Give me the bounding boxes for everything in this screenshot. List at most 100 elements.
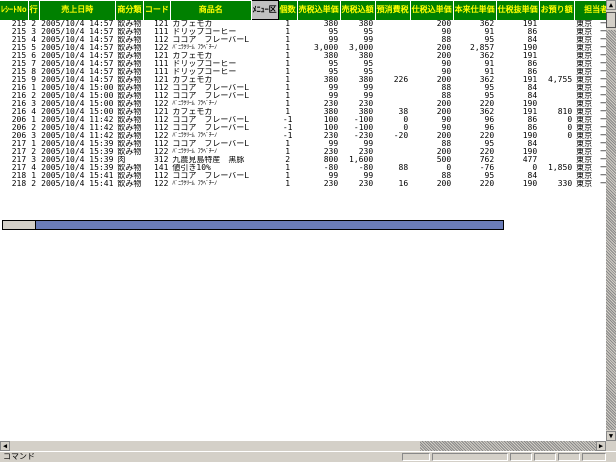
table-cell[interactable]: カフェモカ	[170, 20, 251, 29]
table-cell[interactable]	[539, 44, 574, 52]
table-cell[interactable]: 216	[0, 84, 28, 92]
table-cell[interactable]: 112	[143, 124, 170, 132]
table-cell[interactable]: 1	[28, 116, 39, 124]
table-cell[interactable]: 216	[0, 100, 28, 108]
table-cell[interactable]	[251, 124, 278, 132]
table-cell[interactable]: 0	[410, 164, 453, 172]
table-cell[interactable]: 飲み物	[115, 148, 143, 156]
table-cell[interactable]: 0	[496, 164, 539, 172]
table-cell[interactable]: 飲み物	[115, 68, 143, 76]
column-header-11[interactable]: 仕税込単価	[410, 0, 454, 20]
table-cell[interactable]: 330	[539, 180, 574, 188]
table-cell[interactable]: 飲み物	[115, 132, 143, 140]
table-cell[interactable]: ココア フレーバーL	[170, 124, 251, 132]
table-cell[interactable]: 2005/10/4 15:39	[39, 156, 115, 164]
table-cell[interactable]: 1	[278, 36, 297, 44]
table-cell[interactable]: 206	[0, 116, 28, 124]
table-cell[interactable]: 200	[410, 20, 453, 29]
column-header-0[interactable]: ﾚｼｰﾄNo	[0, 0, 29, 20]
column-header-5[interactable]: 商品名	[170, 0, 252, 20]
table-cell[interactable]	[251, 116, 278, 124]
table-row[interactable]: 218 2 2005/10/4 15:41 飲み物 122 ﾊﾞﾆﾗｸﾘｰﾑ ﾌﾗﾍﾟﾁｰ…	[0, 180, 616, 188]
table-cell[interactable]: 95	[453, 84, 496, 92]
table-cell[interactable]: 91	[453, 68, 496, 76]
table-cell[interactable]: 100	[297, 124, 340, 132]
vertical-scroll-thumb[interactable]	[606, 12, 616, 28]
table-cell[interactable]: 218	[0, 180, 28, 188]
table-row[interactable]: 215 7 2005/10/4 14:57 飲み物 111 ドリップコーヒー 1 95 95 90…	[0, 60, 616, 68]
table-cell[interactable]	[251, 140, 278, 148]
column-header-14[interactable]: お預り額	[539, 0, 575, 20]
table-cell[interactable]: 122	[143, 132, 170, 140]
table-cell[interactable]: 112	[143, 84, 170, 92]
table-cell[interactable]: 200	[410, 108, 453, 116]
table-cell[interactable]: 91	[453, 60, 496, 68]
table-row[interactable]: 216 1 2005/10/4 15:00 飲み物 112 ココア フレーバーL 1 99 99…	[0, 84, 616, 92]
table-cell[interactable]: 95	[453, 92, 496, 100]
table-cell[interactable]: 16	[375, 180, 410, 188]
table-cell[interactable]: 121	[143, 108, 170, 116]
table-cell[interactable]	[251, 76, 278, 84]
table-cell[interactable]: 99	[340, 36, 375, 44]
table-cell[interactable]: 1	[278, 76, 297, 84]
table-cell[interactable]: 2005/10/4 15:00	[39, 100, 115, 108]
table-cell[interactable]: 1	[278, 100, 297, 108]
table-cell[interactable]: 95	[297, 68, 340, 76]
table-cell[interactable]: 2005/10/4 11:42	[39, 132, 115, 140]
table-cell[interactable]: 38	[375, 108, 410, 116]
table-row[interactable]: 206 1 2005/10/4 11:42 飲み物 112 ココア フレーバーL -1 100…	[0, 116, 616, 124]
table-cell[interactable]: -76	[453, 164, 496, 172]
column-header-8[interactable]: 売税込単価	[297, 0, 341, 20]
table-cell[interactable]: 飲み物	[115, 164, 143, 172]
table-cell[interactable]: 1	[278, 28, 297, 36]
table-cell[interactable]: 762	[453, 156, 496, 164]
table-cell[interactable]: 216	[0, 108, 28, 116]
table-cell[interactable]: 88	[410, 36, 453, 44]
table-cell[interactable]: 2005/10/4 14:57	[39, 44, 115, 52]
table-cell[interactable]: 1	[278, 140, 297, 148]
table-row[interactable]: 215 5 2005/10/4 14:57 飲み物 122 ﾊﾞﾆﾗｸﾘｰﾑ ﾌﾗﾍﾟﾁｰ…	[0, 44, 616, 52]
table-row[interactable]: 215 4 2005/10/4 14:57 飲み物 112 ココア フレーバーL 1 99 99…	[0, 36, 616, 44]
table-cell[interactable]: 200	[410, 44, 453, 52]
table-cell[interactable]: 206	[0, 124, 28, 132]
table-cell[interactable]: 96	[453, 116, 496, 124]
table-cell[interactable]: 112	[143, 172, 170, 180]
table-cell[interactable]: 216	[0, 92, 28, 100]
table-cell[interactable]	[251, 92, 278, 100]
table-cell[interactable]: 9	[28, 76, 39, 84]
table-cell[interactable]: 飲み物	[115, 180, 143, 188]
table-cell[interactable]: 190	[496, 100, 539, 108]
table-cell[interactable]: 8	[28, 68, 39, 76]
table-cell[interactable]: 190	[496, 148, 539, 156]
table-cell[interactable]: 2	[28, 92, 39, 100]
table-cell[interactable]: 0	[375, 124, 410, 132]
table-cell[interactable]: 190	[496, 180, 539, 188]
table-cell[interactable]: 141	[143, 164, 170, 172]
table-cell[interactable]: ﾊﾞﾆﾗｸﾘｰﾑ ﾌﾗﾍﾟﾁｰﾉ	[170, 44, 251, 52]
table-cell[interactable]: 飲み物	[115, 20, 143, 29]
table-cell[interactable]: 1,600	[340, 156, 375, 164]
table-cell[interactable]	[375, 100, 410, 108]
table-cell[interactable]: 99	[340, 92, 375, 100]
table-cell[interactable]: -1	[278, 132, 297, 140]
table-cell[interactable]	[375, 20, 410, 29]
table-cell[interactable]: 2005/10/4 14:57	[39, 68, 115, 76]
table-cell[interactable]: 200	[410, 132, 453, 140]
table-cell[interactable]	[251, 20, 278, 29]
table-row[interactable]: 217 2 2005/10/4 15:39 飲み物 122 ﾊﾞﾆﾗｸﾘｰﾑ ﾌﾗﾍﾟﾁｰ…	[0, 148, 616, 156]
table-cell[interactable]: 3	[28, 100, 39, 108]
table-cell[interactable]	[251, 164, 278, 172]
column-header-1[interactable]: 行	[28, 0, 40, 20]
table-cell[interactable]: ドリップコーヒー	[170, 28, 251, 36]
table-cell[interactable]: 2005/10/4 15:39	[39, 140, 115, 148]
table-cell[interactable]: 86	[496, 28, 539, 36]
table-cell[interactable]: 84	[496, 84, 539, 92]
table-cell[interactable]: -100	[340, 116, 375, 124]
table-cell[interactable]: 230	[297, 100, 340, 108]
table-cell[interactable]	[251, 156, 278, 164]
scroll-down-arrow-icon[interactable]: ▼	[606, 431, 616, 441]
table-cell[interactable]	[251, 100, 278, 108]
table-cell[interactable]: 91	[453, 28, 496, 36]
table-cell[interactable]: 112	[143, 36, 170, 44]
table-cell[interactable]: 122	[143, 100, 170, 108]
